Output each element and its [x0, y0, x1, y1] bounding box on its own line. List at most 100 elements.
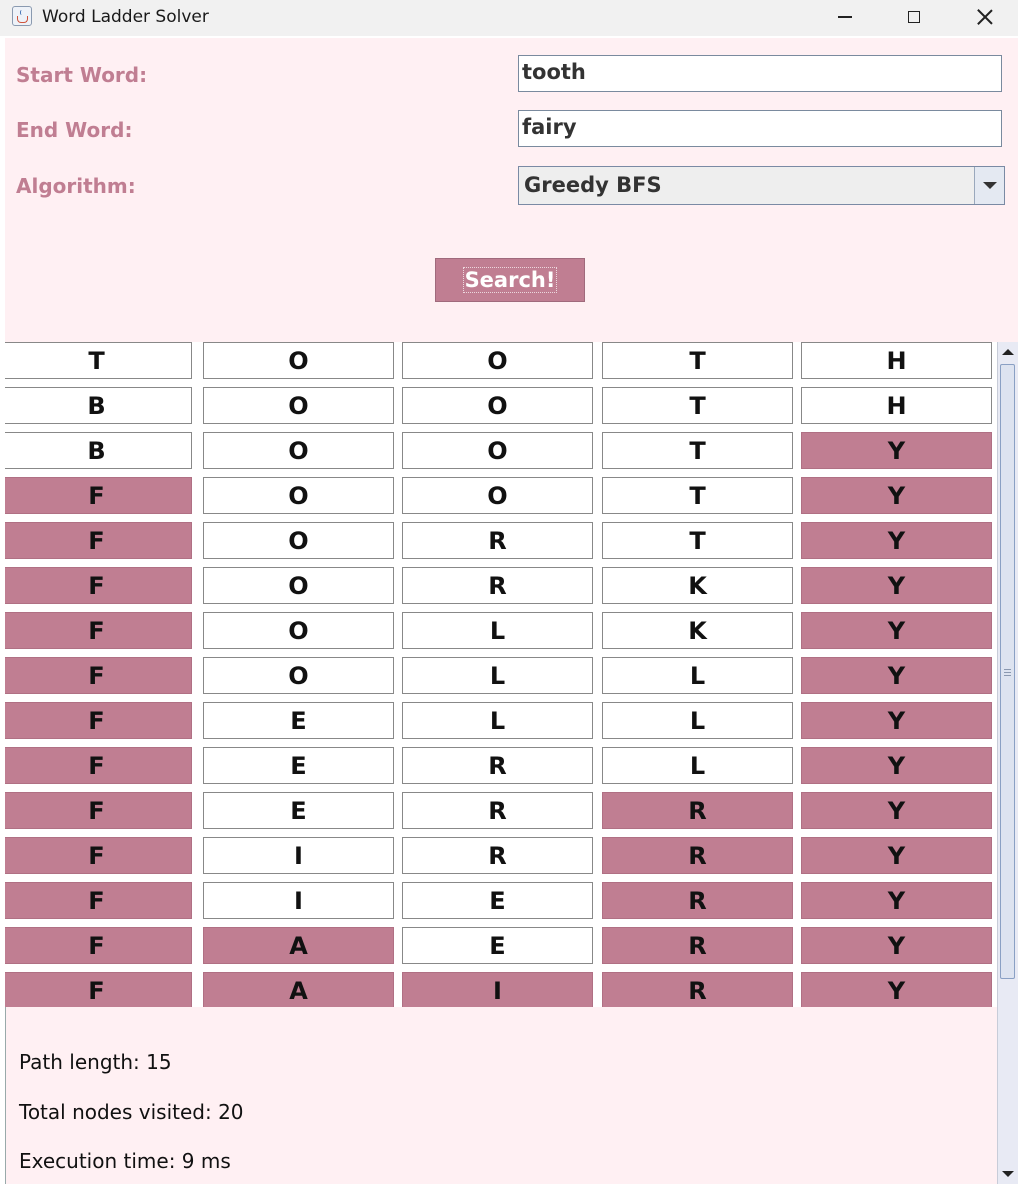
ladder-row: TOOTH [5, 342, 997, 379]
scroll-thumb[interactable] [1000, 364, 1015, 979]
close-button[interactable] [950, 0, 1018, 34]
letter-cell: E [402, 882, 593, 919]
letter-cell: E [203, 792, 394, 829]
ladder-row: FAERY [5, 927, 997, 964]
letter-cell: Y [801, 522, 992, 559]
maximize-icon [908, 11, 920, 23]
letter-cell: L [402, 702, 593, 739]
algorithm-selected-value: Greedy BFS [524, 173, 662, 197]
vertical-scrollbar[interactable] [997, 342, 1018, 1184]
letter-cell: Y [801, 702, 992, 739]
start-word-field[interactable]: tooth [518, 55, 1002, 92]
letter-cell: Y [801, 612, 992, 649]
ladder-row: FERLY [5, 747, 997, 784]
main-panel: Start Word: tooth End Word: fairy Algori… [5, 38, 1018, 1184]
letter-cell: K [602, 567, 793, 604]
ladder-row: FERRY [5, 792, 997, 829]
letter-cell: O [203, 522, 394, 559]
letter-cell: O [203, 342, 394, 379]
letter-cell: R [402, 522, 593, 559]
start-word-label: Start Word: [16, 63, 148, 87]
title-bar: Word Ladder Solver [0, 0, 1018, 36]
maximize-button[interactable] [879, 0, 949, 34]
letter-cell: F [5, 882, 192, 919]
letter-cell: L [602, 657, 793, 694]
nodes-visited-text: Total nodes visited: 20 [19, 1100, 244, 1124]
letter-cell: O [203, 612, 394, 649]
letter-cell: T [602, 477, 793, 514]
letter-cell: O [203, 657, 394, 694]
letter-cell: H [801, 387, 992, 424]
letter-cell: R [602, 882, 793, 919]
ladder-row: FOLKY [5, 612, 997, 649]
letter-cell: F [5, 522, 192, 559]
letter-cell: L [402, 612, 593, 649]
letter-cell: R [602, 927, 793, 964]
execution-time-text: Execution time: 9 ms [19, 1149, 231, 1173]
arrow-down-icon [1002, 1171, 1014, 1177]
algorithm-label: Algorithm: [16, 174, 136, 198]
letter-cell: I [402, 972, 593, 1007]
letter-cell: Y [801, 657, 992, 694]
ladder-row: FIERY [5, 882, 997, 919]
minimize-button[interactable] [810, 0, 880, 34]
letter-cell: A [203, 927, 394, 964]
letter-cell: T [5, 342, 192, 379]
letter-cell: B [5, 432, 192, 469]
letter-cell: O [402, 387, 593, 424]
letter-cell: O [402, 342, 593, 379]
letter-cell: F [5, 702, 192, 739]
letter-cell: B [5, 387, 192, 424]
window-title: Word Ladder Solver [42, 7, 209, 27]
algorithm-select[interactable]: Greedy BFS [518, 166, 1005, 205]
java-app-icon [12, 6, 32, 26]
arrow-up-icon [1002, 349, 1014, 355]
letter-cell: A [203, 972, 394, 1007]
letter-cell: T [602, 342, 793, 379]
letter-cell: R [402, 837, 593, 874]
letter-cell: O [203, 387, 394, 424]
letter-cell: L [602, 747, 793, 784]
letter-cell: R [402, 747, 593, 784]
letter-cell: R [402, 567, 593, 604]
letter-cell: O [402, 432, 593, 469]
ladder-row: BOOTY [5, 432, 997, 469]
letter-cell: Y [801, 747, 992, 784]
ladder-row: FORTY [5, 522, 997, 559]
letter-cell: Y [801, 432, 992, 469]
letter-cell: I [203, 837, 394, 874]
letter-cell: K [602, 612, 793, 649]
ladder-row: FIRRY [5, 837, 997, 874]
dropdown-arrow-button[interactable] [974, 167, 1004, 204]
letter-cell: F [5, 657, 192, 694]
ladder-row: FORKY [5, 567, 997, 604]
letter-cell: F [5, 792, 192, 829]
letter-cell: R [602, 837, 793, 874]
ladder-row: FOLLY [5, 657, 997, 694]
letter-cell: T [602, 387, 793, 424]
ladder-grid: TOOTHBOOTHBOOTYFOOTYFORTYFORKYFOLKYFOLLY… [5, 342, 997, 1007]
letter-cell: Y [801, 837, 992, 874]
letter-cell: Y [801, 882, 992, 919]
scroll-up-button[interactable] [998, 342, 1018, 362]
letter-cell: T [602, 522, 793, 559]
letter-cell: L [402, 657, 593, 694]
ladder-row: FOOTY [5, 477, 997, 514]
end-word-label: End Word: [16, 118, 133, 142]
end-word-field[interactable]: fairy [518, 110, 1002, 147]
letter-cell: O [203, 432, 394, 469]
letter-cell: E [203, 702, 394, 739]
scroll-down-button[interactable] [998, 1164, 1018, 1184]
search-button[interactable]: Search! [435, 258, 585, 302]
letter-cell: F [5, 747, 192, 784]
ladder-row: BOOTH [5, 387, 997, 424]
letter-cell: H [801, 342, 992, 379]
minimize-icon [838, 16, 852, 18]
path-length-text: Path length: 15 [19, 1050, 172, 1074]
letter-cell: F [5, 972, 192, 1007]
letter-cell: F [5, 567, 192, 604]
letter-cell: I [203, 882, 394, 919]
letter-cell: Y [801, 477, 992, 514]
letter-cell: R [602, 792, 793, 829]
letter-cell: E [402, 927, 593, 964]
